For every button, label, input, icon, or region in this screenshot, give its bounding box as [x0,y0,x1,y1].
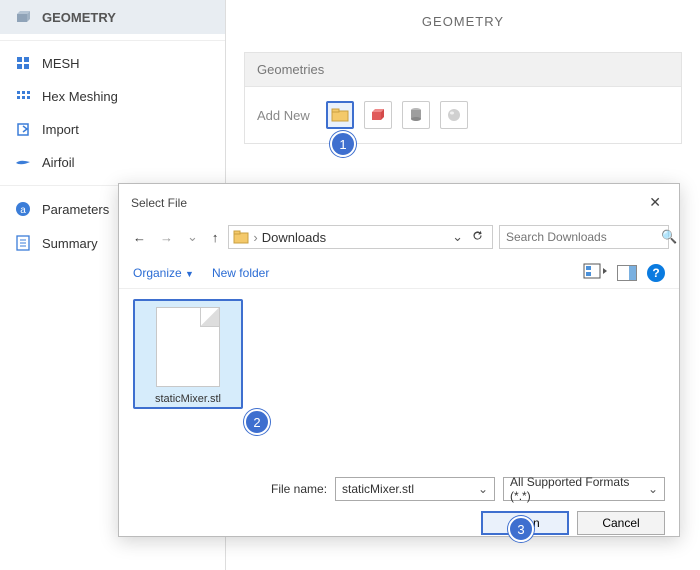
geometry-icon [14,9,32,25]
panel-header: Geometries [245,53,681,87]
file-thumb-icon [156,307,220,387]
forward-icon[interactable]: → [156,228,177,247]
back-icon[interactable]: ← [129,228,150,247]
file-name-label: File name: [271,482,327,496]
mesh-icon [14,56,32,71]
panel-body: Add New [245,87,681,143]
dialog-toolbar: Organize ▼ New folder ? [119,257,679,289]
path-breadcrumb[interactable]: › Downloads ⌄ [228,225,493,249]
chevron-down-icon: ▼ [185,269,194,279]
preview-pane-button[interactable] [617,265,637,281]
sidebar-label: Airfoil [42,155,75,170]
dialog-nav: ← → ⌄ ↑ › Downloads ⌄ 🔍 [119,221,679,257]
path-segment[interactable]: Downloads [262,230,326,245]
svg-text:a: a [20,205,26,216]
page-title: GEOMETRY [226,0,700,44]
sidebar-label: Parameters [42,202,109,217]
add-cylinder-button[interactable] [402,101,430,129]
chevron-down-icon: ⌄ [478,482,488,496]
sidebar-label: Import [42,122,79,137]
chevron-down-icon[interactable]: ⌄ [452,229,463,245]
dialog-title: Select File [131,196,187,210]
geometries-panel: Geometries Add New [244,52,682,144]
sidebar-item-airfoil[interactable]: Airfoil [0,146,225,179]
add-new-label: Add New [257,108,310,123]
file-dialog: Select File ✕ ← → ⌄ ↑ › Downloads ⌄ 🔍 Or… [118,183,680,537]
callout-badge-2: 2 [244,409,270,435]
help-icon[interactable]: ? [647,264,665,282]
sidebar-label: GEOMETRY [42,10,116,25]
file-filter-combo[interactable]: All Supported Formats (*.*) ⌄ [503,477,665,501]
file-name-combo[interactable]: staticMixer.stl ⌄ [335,477,495,501]
new-folder-button[interactable]: New folder [212,266,269,280]
close-icon[interactable]: ✕ [643,192,667,213]
dialog-titlebar: Select File ✕ [119,184,679,221]
callout-badge-1: 1 [330,131,356,157]
filter-value: All Supported Formats (*.*) [510,475,648,503]
dialog-footer: File name: staticMixer.stl ⌄ All Support… [119,469,679,549]
sidebar-item-hex[interactable]: Hex Meshing [0,80,225,113]
file-list[interactable]: staticMixer.stl [119,289,679,469]
sidebar-label: Hex Meshing [42,89,118,104]
parameters-icon: a [14,201,32,217]
view-mode-button[interactable] [583,263,607,282]
sidebar-item-mesh[interactable]: MESH [0,47,225,80]
add-from-file-button[interactable] [326,101,354,129]
folder-icon [233,230,249,244]
sidebar-label: MESH [42,56,80,71]
organize-menu[interactable]: Organize ▼ [133,266,194,280]
chevron-down-icon[interactable]: ⌄ [183,227,202,247]
chevron-down-icon: ⌄ [648,482,658,496]
cancel-button[interactable]: Cancel [577,511,665,535]
search-icon[interactable]: 🔍 [661,229,677,245]
callout-badge-3: 3 [508,516,534,542]
sidebar-item-geometry[interactable]: GEOMETRY [0,0,225,34]
file-name-value: staticMixer.stl [342,482,414,496]
sidebar-item-import[interactable]: Import [0,113,225,146]
chevron-right-icon: › [253,230,257,245]
hex-icon [14,89,32,104]
airfoil-icon [14,158,32,168]
sidebar-label: Summary [42,236,98,251]
search-input[interactable] [506,230,661,244]
add-sphere-button[interactable] [440,101,468,129]
up-icon[interactable]: ↑ [208,228,223,247]
search-box[interactable]: 🔍 [499,225,669,249]
file-item[interactable]: staticMixer.stl [133,299,243,409]
import-icon [14,122,32,137]
add-cube-button[interactable] [364,101,392,129]
summary-icon [14,235,32,251]
refresh-icon[interactable] [467,229,488,245]
file-name: staticMixer.stl [139,393,237,405]
divider [0,40,225,41]
